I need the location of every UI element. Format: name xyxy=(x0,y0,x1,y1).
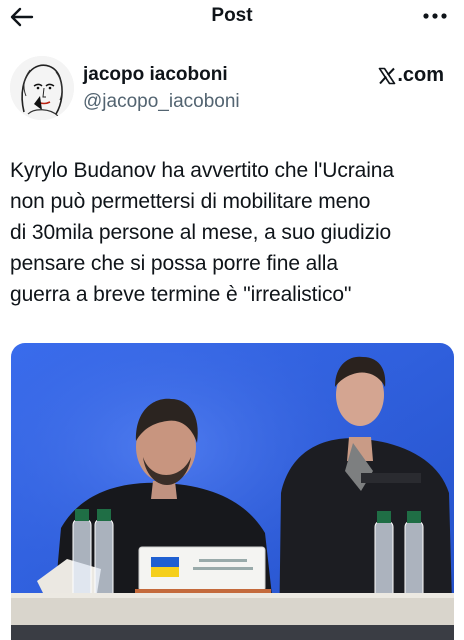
page-title: Post xyxy=(211,5,253,26)
more-horizontal-icon xyxy=(423,13,447,19)
post-text-line: di 30mila persone al mese, a suo giudizi… xyxy=(10,221,392,244)
post-text-line: pensare che si possa porre fine alla xyxy=(10,252,338,275)
post-text-line: non può permettersi di mobilitare meno xyxy=(10,190,371,213)
post-text-line: Kyrylo Budanov ha avvertito che l'Ucrain… xyxy=(10,159,394,182)
post-author: jacopo iacoboni @jacopo_iacoboni .com xyxy=(10,56,454,124)
x-logo-icon xyxy=(379,67,396,84)
more-options-button[interactable] xyxy=(420,3,450,29)
name-plate xyxy=(135,546,271,601)
author-handle[interactable]: @jacopo_iacoboni xyxy=(83,91,240,113)
source-label[interactable]: .com xyxy=(378,64,444,87)
avatar-sketch-image xyxy=(10,56,74,120)
post-photo[interactable] xyxy=(11,343,454,640)
press-conference-photo xyxy=(11,343,454,640)
source-domain: .com xyxy=(397,64,444,86)
avatar[interactable] xyxy=(10,56,74,120)
top-bar: Post xyxy=(0,0,464,34)
post-text-line: guerra a breve termine è "irrealistico" xyxy=(10,283,352,306)
post-text: Kyrylo Budanov ha avvertito che l'Ucrain… xyxy=(10,155,458,310)
author-name[interactable]: jacopo iacoboni xyxy=(83,64,228,86)
